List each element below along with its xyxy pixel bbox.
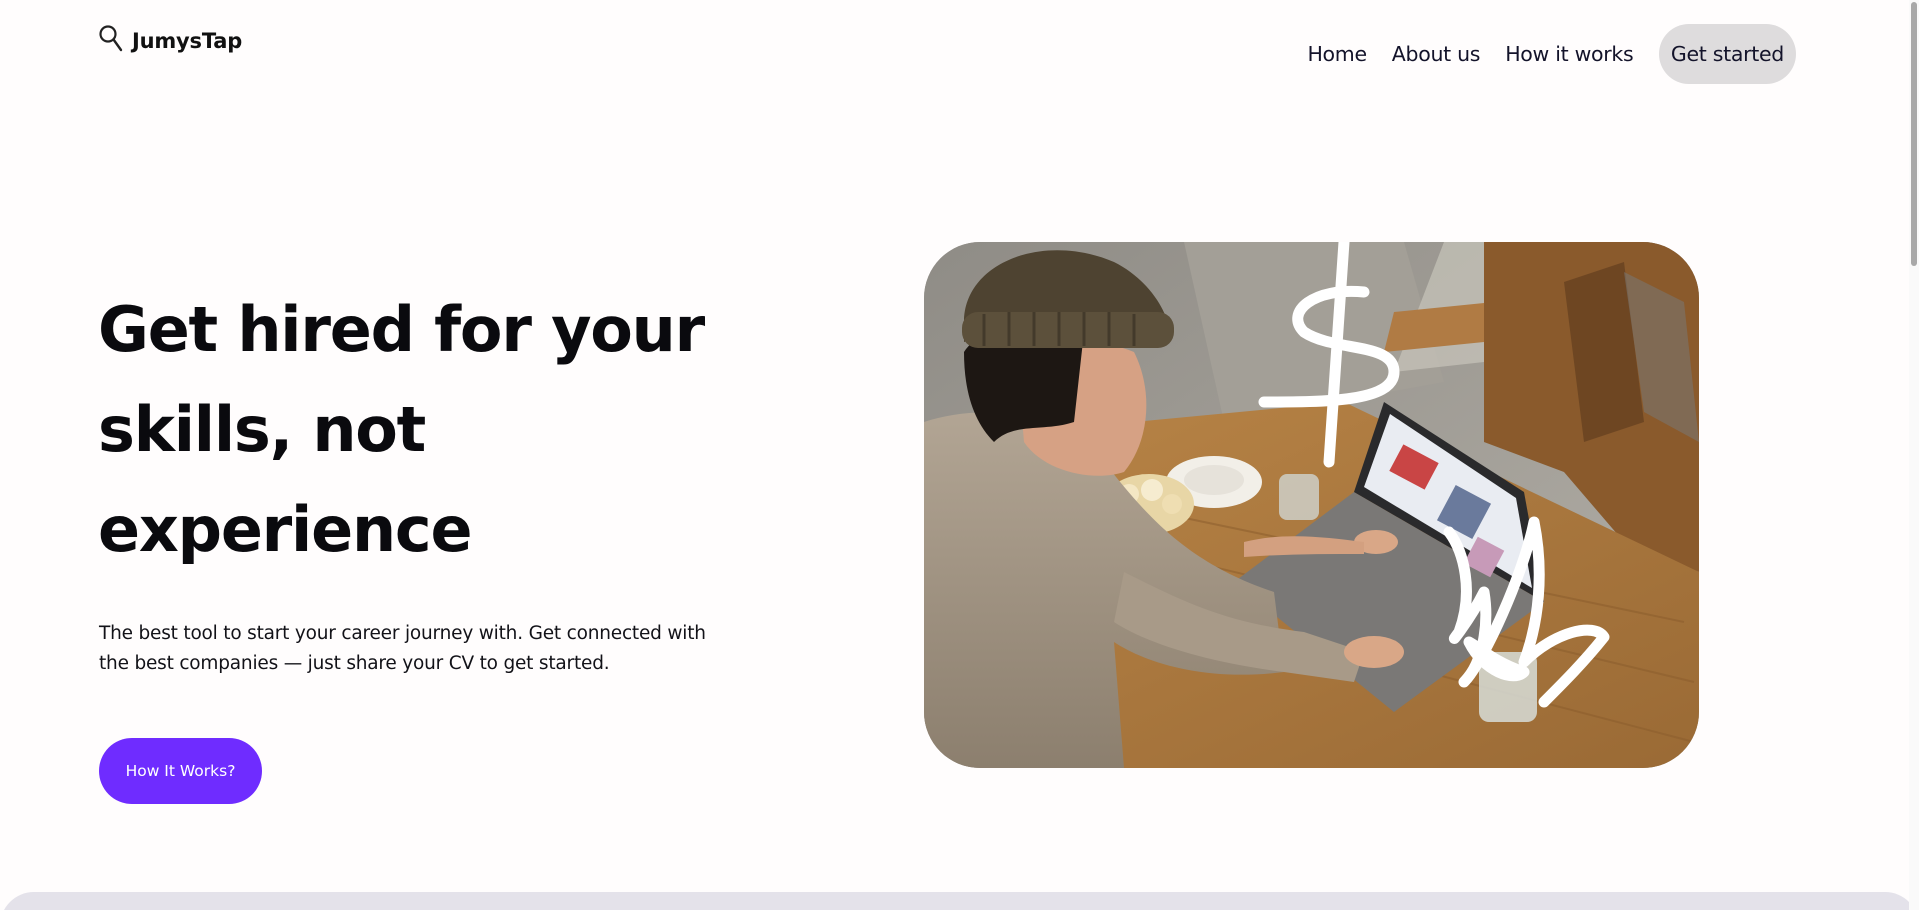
nav-how-it-works-link[interactable]: How it works xyxy=(1493,24,1646,84)
page-scrollbar[interactable] xyxy=(1909,0,1919,910)
logo[interactable]: JumysTap xyxy=(98,24,242,54)
nav-about-link[interactable]: About us xyxy=(1379,24,1492,84)
main-nav: Home About us How it works Get started xyxy=(1295,24,1796,84)
hero-title-line: skills, not xyxy=(98,393,426,466)
hero-subtitle: The best tool to start your career journ… xyxy=(99,619,719,679)
next-section-band xyxy=(0,892,1919,910)
magnifier-icon xyxy=(99,25,123,52)
hero-subtitle-line: the best companies — just share your CV … xyxy=(99,653,610,674)
hero-photo-illustration xyxy=(924,242,1699,768)
nav-home-link[interactable]: Home xyxy=(1295,24,1379,84)
logo-text: JumysTap xyxy=(132,29,243,53)
hero-title-line: experience xyxy=(98,493,472,566)
how-it-works-button[interactable]: How It Works? xyxy=(99,738,262,804)
hero-title-line: Get hired for your xyxy=(98,293,705,366)
hero-image xyxy=(924,242,1699,768)
get-started-button[interactable]: Get started xyxy=(1658,24,1796,84)
scrollbar-thumb[interactable] xyxy=(1911,2,1917,266)
hero-subtitle-line: The best tool to start your career journ… xyxy=(99,623,706,644)
hero-title: Get hired for your skills, not experienc… xyxy=(98,280,738,580)
landing-page: JumysTap Home About us How it works Get … xyxy=(0,0,1919,910)
